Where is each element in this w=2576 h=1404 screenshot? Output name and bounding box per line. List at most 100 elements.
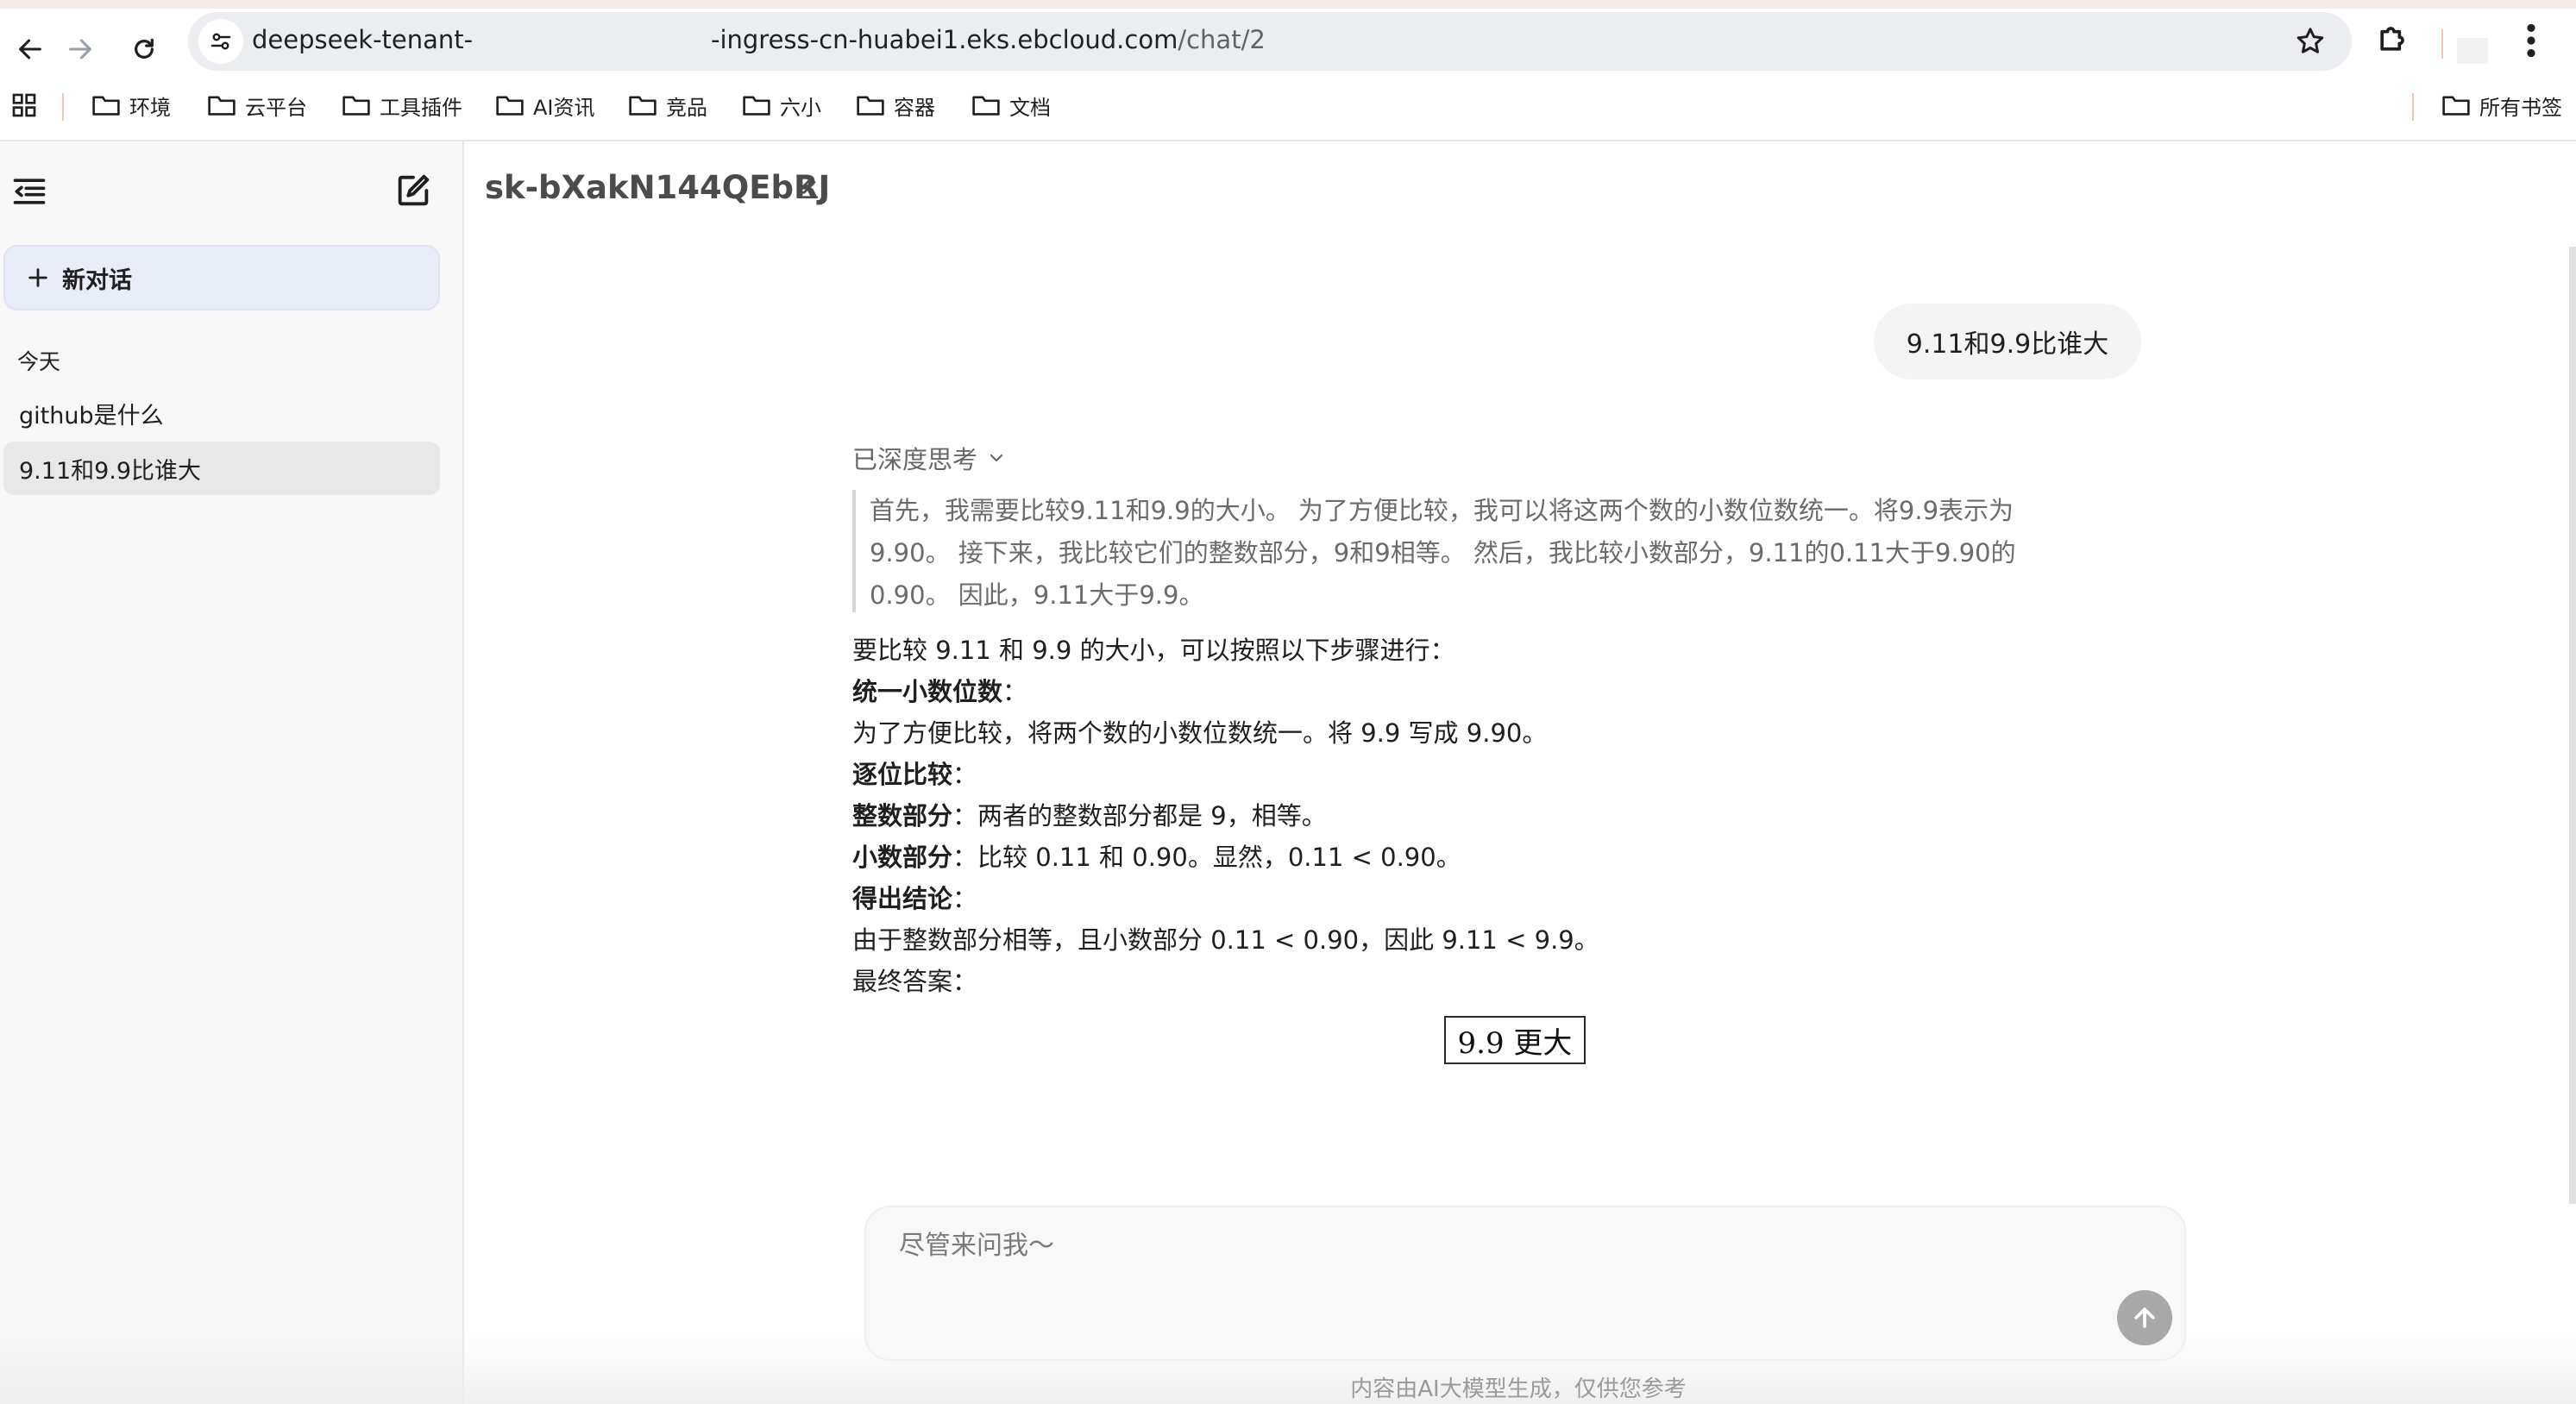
answer-bullet: 整数部分：两者的整数部分都是 9，相等。 xyxy=(852,795,2146,837)
send-button[interactable] xyxy=(2117,1290,2172,1345)
more-vertical-icon xyxy=(2527,23,2535,58)
bookmark-folder[interactable]: 竞品 xyxy=(628,88,707,122)
bullet-text: 比较 0.11 和 0.90。显然，0.11 < 0.90。 xyxy=(977,843,1461,872)
scrollbar[interactable] xyxy=(2569,247,2576,1204)
bullet-label: 整数部分 xyxy=(852,801,953,830)
back-arrow-icon xyxy=(19,39,41,60)
chevron-down-icon xyxy=(990,454,1003,462)
all-bookmarks-label: 所有书签 xyxy=(2479,95,2562,120)
bookmark-label: 六小 xyxy=(780,95,821,120)
folder-icon xyxy=(496,96,524,116)
forward-arrow-icon xyxy=(69,39,91,60)
folder-icon xyxy=(342,96,370,116)
message-input[interactable] xyxy=(897,1230,2022,1262)
address-bar[interactable]: deepseek-tenant- -ingress-cn-huabei1.eks… xyxy=(188,12,2352,71)
url-path: /chat/2 xyxy=(1178,25,1266,54)
bookmarks-divider xyxy=(2412,93,2414,121)
bookmark-label: 环境 xyxy=(129,95,171,120)
browser-menu-button[interactable] xyxy=(2521,19,2541,62)
new-chat-label: 新对话 xyxy=(62,266,132,294)
all-bookmarks-folder[interactable]: 所有书签 xyxy=(2441,88,2562,122)
pencil-icon xyxy=(797,178,818,198)
colon: ： xyxy=(1002,677,1028,706)
conversation-item-active[interactable]: 9.11和9.9比谁大 xyxy=(3,442,440,495)
final-label: 最终答案 xyxy=(852,967,953,996)
thinking-toggle[interactable]: 已深度思考 xyxy=(852,440,1007,476)
folder-icon xyxy=(743,96,770,116)
plus-icon xyxy=(28,268,47,287)
step-title: 统一小数位数 xyxy=(852,677,1003,706)
step-title: 得出结论 xyxy=(852,884,953,913)
thinking-content: 首先，我需要比较9.11和9.9的大小。 为了方便比较，我可以将这两个数的小数位… xyxy=(870,490,2157,617)
thinking-line: 首先，我需要比较9.11和9.9的大小。 为了方便比较，我可以将这两个数的小数位… xyxy=(870,496,2014,525)
user-message-text: 9.11和9.9比谁大 xyxy=(1906,329,2109,360)
bookmark-star-button[interactable] xyxy=(2293,24,2328,59)
chat-title-text: sk-bXakN144QEbRJ xyxy=(485,169,831,206)
bookmark-label: 工具插件 xyxy=(380,95,462,120)
answer-bullet: 小数部分：比较 0.11 和 0.90。显然，0.11 < 0.90。 xyxy=(852,837,2146,878)
bookmarks-bar: 环境 云平台 工具插件 AI资讯 竞品 六小 容器 文档 所有书签 xyxy=(0,79,2576,131)
bookmark-folder[interactable]: 环境 xyxy=(91,88,171,122)
bookmark-folder[interactable]: 工具插件 xyxy=(342,88,462,122)
thinking-line: 0.90。 因此，9.11大于9.9。 xyxy=(870,580,1204,610)
bookmarks-divider xyxy=(62,93,64,121)
star-icon xyxy=(2296,28,2324,53)
new-chat-button[interactable]: 新对话 xyxy=(3,245,440,310)
answer-final-heading: 最终答案： xyxy=(852,961,2146,1002)
section-label-today: 今天 xyxy=(17,349,61,374)
url-host-end: -ingress-cn-huabei1.eks.ebcloud.com/chat… xyxy=(711,25,1266,54)
message-composer xyxy=(864,1206,2186,1361)
profile-avatar[interactable] xyxy=(2457,38,2488,64)
folder-icon xyxy=(857,96,884,116)
bullet-text: 两者的整数部分都是 9，相等。 xyxy=(977,801,1327,830)
site-info-button[interactable] xyxy=(198,19,243,64)
conversation-title: 9.11和9.9比谁大 xyxy=(19,457,202,485)
reload-button[interactable] xyxy=(114,19,174,79)
colon: ： xyxy=(952,967,978,996)
assistant-answer: 要比较 9.11 和 9.9 的大小，可以按照以下步骤进行： 统一小数位数： 为… xyxy=(852,630,2146,1002)
apps-button[interactable] xyxy=(10,88,38,122)
thinking-label: 已深度思考 xyxy=(852,445,978,474)
arrow-up-icon xyxy=(2134,1307,2155,1328)
sidebar: 新对话 今天 github是什么 9.11和9.9比谁大 xyxy=(0,141,464,1404)
colon: ： xyxy=(952,843,978,872)
bookmark-folder[interactable]: 云平台 xyxy=(207,88,307,122)
bookmark-label: AI资讯 xyxy=(533,95,595,120)
folder-icon xyxy=(972,96,1000,116)
bookmark-folder[interactable]: 容器 xyxy=(856,88,935,122)
final-answer-box: 9.9 更大 xyxy=(1444,1016,1586,1064)
conversation-item[interactable]: github是什么 xyxy=(3,386,440,440)
apps-grid-icon xyxy=(12,93,36,117)
thinking-line: 9.90。 接下来，我比较它们的整数部分，9和9相等。 然后，我比较小数部分，9… xyxy=(870,538,2016,567)
bookmark-folder[interactable]: AI资讯 xyxy=(495,88,595,122)
puzzle-icon xyxy=(2380,27,2404,51)
tab-strip-edge xyxy=(0,0,2576,9)
bookmark-label: 云平台 xyxy=(245,95,307,120)
folder-icon xyxy=(92,96,120,116)
bookmark-label: 竞品 xyxy=(666,95,707,120)
folder-icon xyxy=(629,96,657,116)
rename-chat-button[interactable] xyxy=(794,174,821,202)
forward-button[interactable] xyxy=(50,19,110,79)
colon: ： xyxy=(952,760,978,789)
chat-title: sk-bXakN144QEbRJ xyxy=(485,169,830,206)
bookmark-folder[interactable]: 六小 xyxy=(742,88,821,122)
url-host-start: deepseek-tenant- xyxy=(252,25,474,54)
answer-step-heading: 统一小数位数： xyxy=(852,671,2146,712)
reload-icon xyxy=(135,38,154,59)
colon: ： xyxy=(952,801,978,830)
user-message-bubble: 9.11和9.9比谁大 xyxy=(1874,304,2141,379)
bookmark-label: 容器 xyxy=(894,95,935,120)
answer-step-heading: 得出结论： xyxy=(852,878,2146,919)
bullet-label: 小数部分 xyxy=(852,843,953,872)
extensions-button[interactable] xyxy=(2374,19,2412,57)
new-chat-icon-button[interactable] xyxy=(393,171,433,210)
bookmark-folder[interactable]: 文档 xyxy=(971,88,1051,122)
collapse-sidebar-button[interactable] xyxy=(10,172,48,210)
edit-icon xyxy=(398,174,430,206)
folder-icon xyxy=(208,96,236,116)
conversation-title: github是什么 xyxy=(19,402,164,429)
thinking-quote-bar xyxy=(852,490,856,612)
answer-step-heading: 逐位比较： xyxy=(852,754,2146,795)
sidebar-collapse-icon xyxy=(13,179,46,204)
